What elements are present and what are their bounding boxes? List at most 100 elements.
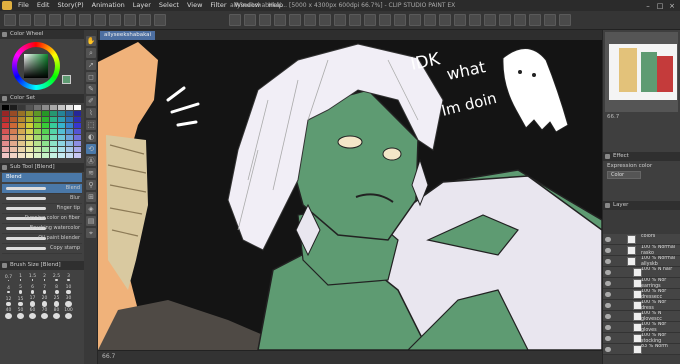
color-swatch[interactable] bbox=[26, 153, 33, 158]
command-icon[interactable] bbox=[424, 14, 436, 26]
artwork[interactable]: IDK what Im doin bbox=[98, 30, 602, 350]
menu-item-select[interactable]: Select bbox=[155, 0, 183, 11]
color-swatch[interactable] bbox=[26, 147, 33, 152]
color-swatch[interactable] bbox=[50, 117, 57, 122]
brush-size-option[interactable]: 100 bbox=[63, 308, 74, 319]
eye-icon[interactable] bbox=[605, 292, 611, 297]
brush-size-option[interactable]: 30 bbox=[63, 296, 74, 307]
tool-icon[interactable]: ◻ bbox=[86, 72, 96, 82]
color-swatch[interactable] bbox=[34, 111, 41, 116]
color-swatch[interactable] bbox=[58, 117, 65, 122]
tool-icon[interactable]: ✐ bbox=[86, 96, 96, 106]
brush-size-option[interactable]: 5 bbox=[15, 284, 26, 295]
command-icon[interactable] bbox=[439, 14, 451, 26]
color-swatch[interactable] bbox=[42, 129, 49, 134]
color-swatch[interactable] bbox=[58, 105, 65, 110]
menu-item-view[interactable]: View bbox=[183, 0, 206, 11]
color-swatch[interactable] bbox=[58, 111, 65, 116]
color-swatch[interactable] bbox=[42, 117, 49, 122]
color-swatch[interactable] bbox=[42, 123, 49, 128]
command-icon[interactable] bbox=[229, 14, 241, 26]
brush-size-option[interactable]: 20 bbox=[39, 296, 50, 307]
color-swatch[interactable] bbox=[42, 153, 49, 158]
command-icon[interactable] bbox=[319, 14, 331, 26]
eye-icon[interactable] bbox=[605, 237, 611, 242]
tool-icon[interactable]: ⌖ bbox=[86, 228, 96, 238]
command-icon[interactable] bbox=[499, 14, 511, 26]
command-icon[interactable] bbox=[124, 14, 136, 26]
color-wheel[interactable] bbox=[0, 39, 84, 94]
brush-size-option[interactable]: 3 bbox=[63, 272, 74, 283]
color-swatch[interactable] bbox=[2, 141, 9, 146]
brush-size-option[interactable]: 7 bbox=[39, 284, 50, 295]
color-swatch[interactable] bbox=[26, 117, 33, 122]
color-swatch[interactable] bbox=[50, 153, 57, 158]
brush-size-option[interactable]: 0.7 bbox=[3, 272, 14, 283]
color-swatch[interactable] bbox=[66, 117, 73, 122]
color-swatch[interactable] bbox=[34, 105, 41, 110]
color-swatch[interactable] bbox=[26, 111, 33, 116]
color-swatch[interactable] bbox=[34, 141, 41, 146]
color-swatch[interactable] bbox=[74, 135, 81, 140]
command-icon[interactable] bbox=[4, 14, 16, 26]
tool-icon[interactable]: ✋ bbox=[86, 36, 96, 46]
color-swatch[interactable] bbox=[42, 111, 49, 116]
color-swatch[interactable] bbox=[10, 123, 17, 128]
nav-zoom[interactable]: 66.7 bbox=[603, 114, 680, 122]
command-icon[interactable] bbox=[379, 14, 391, 26]
command-icon[interactable] bbox=[559, 14, 571, 26]
command-icon[interactable] bbox=[409, 14, 421, 26]
color-swatch[interactable] bbox=[42, 147, 49, 152]
command-icon[interactable] bbox=[514, 14, 526, 26]
color-swatch[interactable] bbox=[18, 147, 25, 152]
tool-icon[interactable]: ▤ bbox=[86, 216, 96, 226]
tool-icon[interactable]: ➚ bbox=[86, 60, 96, 70]
color-swatch[interactable] bbox=[58, 129, 65, 134]
color-swatch[interactable] bbox=[50, 141, 57, 146]
tool-icon[interactable]: ◈ bbox=[86, 204, 96, 214]
command-icon[interactable] bbox=[259, 14, 271, 26]
canvas-area[interactable]: IDK what Im doin bbox=[98, 30, 602, 350]
layer-row[interactable]: 100 % Nor dressecc bbox=[603, 289, 680, 300]
close-icon[interactable]: × bbox=[666, 0, 678, 11]
color-swatch[interactable] bbox=[50, 129, 57, 134]
tool-icon[interactable]: ⌇ bbox=[86, 108, 96, 118]
color-swatch[interactable] bbox=[66, 111, 73, 116]
color-swatch[interactable] bbox=[26, 123, 33, 128]
command-icon[interactable] bbox=[109, 14, 121, 26]
color-swatch[interactable] bbox=[66, 123, 73, 128]
color-swatch[interactable] bbox=[10, 129, 17, 134]
color-swatch[interactable] bbox=[2, 117, 9, 122]
command-icon[interactable] bbox=[139, 14, 151, 26]
layer-row[interactable]: 100 % Nor gloves bbox=[603, 322, 680, 333]
color-swatch[interactable] bbox=[10, 105, 17, 110]
subtool-group-tab[interactable]: Blend bbox=[2, 173, 82, 182]
menu-item-filter[interactable]: Filter bbox=[206, 0, 230, 11]
brush-size-option[interactable]: 4 bbox=[3, 284, 14, 295]
color-swatch[interactable] bbox=[58, 141, 65, 146]
layer-row[interactable]: 100 % N glovescc bbox=[603, 311, 680, 322]
tool-icon[interactable]: ⚲ bbox=[86, 180, 96, 190]
color-swatch[interactable] bbox=[50, 135, 57, 140]
color-swatch[interactable] bbox=[66, 129, 73, 134]
color-swatch[interactable] bbox=[2, 105, 9, 110]
brush-size-option[interactable]: 8 bbox=[51, 284, 62, 295]
command-icon[interactable] bbox=[529, 14, 541, 26]
tool-icon[interactable]: ◐ bbox=[86, 132, 96, 142]
command-icon[interactable] bbox=[394, 14, 406, 26]
color-swatch[interactable] bbox=[50, 147, 57, 152]
zoom-readout[interactable]: 66.7 bbox=[102, 353, 115, 360]
brush-size-option[interactable]: 2 bbox=[39, 272, 50, 283]
tool-icon[interactable]: ⬚ bbox=[86, 120, 96, 130]
color-swatch[interactable] bbox=[10, 117, 17, 122]
color-swatch[interactable] bbox=[10, 135, 17, 140]
command-icon[interactable] bbox=[484, 14, 496, 26]
brush-item[interactable]: Copy stamp bbox=[2, 244, 82, 254]
color-set-grid[interactable] bbox=[0, 103, 84, 163]
brush-size-option[interactable]: 25 bbox=[51, 296, 62, 307]
color-swatch[interactable] bbox=[34, 147, 41, 152]
color-swatch[interactable] bbox=[74, 147, 81, 152]
color-swatch[interactable] bbox=[2, 135, 9, 140]
layer-row[interactable]: 100 % Normal allyskb bbox=[603, 256, 680, 267]
menu-item-animation[interactable]: Animation bbox=[88, 0, 129, 11]
